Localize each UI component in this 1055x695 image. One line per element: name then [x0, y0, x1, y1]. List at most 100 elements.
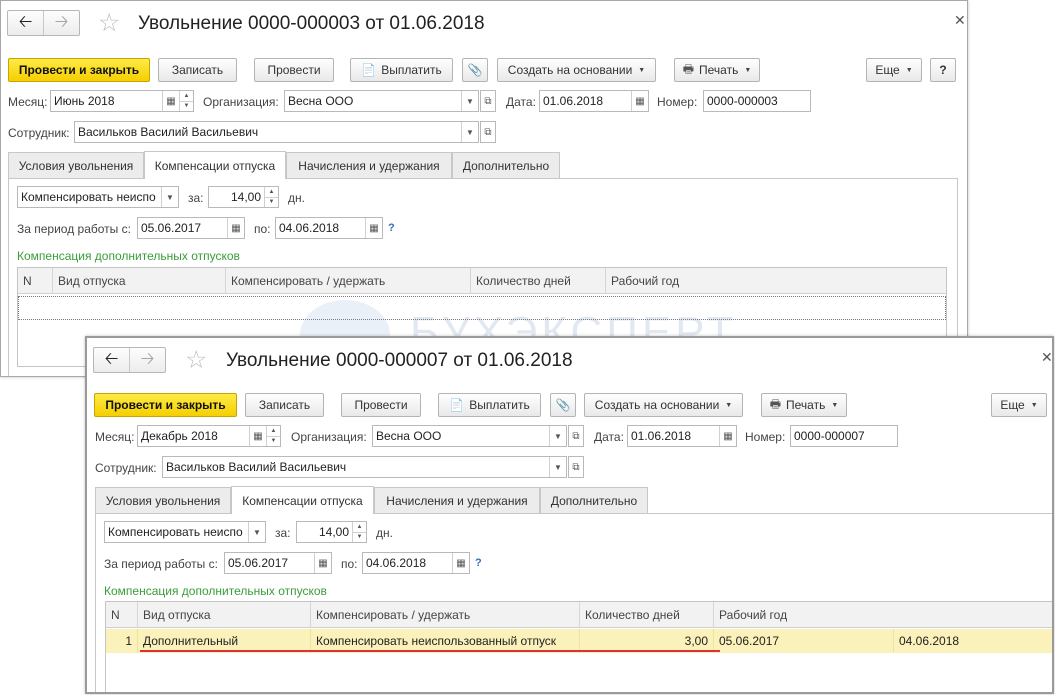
close-icon[interactable]: ✕ — [1041, 349, 1052, 366]
more-button[interactable]: Еще ▼ — [991, 393, 1047, 417]
month-field[interactable]: Декабрь 2018 ▦ ▲ ▼ — [137, 425, 281, 447]
calendar-icon[interactable]: ▦ — [452, 553, 469, 573]
col-days[interactable]: Количество дней — [471, 268, 606, 294]
calendar-icon[interactable]: ▦ — [227, 218, 244, 238]
post-and-close-button[interactable]: Провести и закрыть — [8, 58, 150, 82]
employee-value: Васильков Василий Васильевич — [166, 460, 347, 474]
forward-arrow-icon[interactable]: 🡢 — [130, 348, 165, 372]
help-button[interactable]: ? — [930, 58, 956, 82]
paperclip-icon: 📎 — [555, 398, 571, 412]
col-work-year[interactable]: Рабочий год — [606, 268, 946, 294]
tab-accruals-deductions[interactable]: Начисления и удержания — [286, 152, 452, 179]
open-icon[interactable]: ⧉ — [480, 121, 496, 143]
empty-row[interactable] — [18, 296, 946, 320]
forward-arrow-icon[interactable]: 🡢 — [44, 11, 79, 35]
days-stepper[interactable]: ▲ ▼ — [352, 522, 366, 542]
post-button[interactable]: Провести — [341, 393, 421, 417]
tab-additional[interactable]: Дополнительно — [540, 487, 648, 514]
days-field[interactable]: 14,00 ▲ ▼ — [296, 521, 367, 543]
pay-button[interactable]: 📄 Выплатить — [350, 58, 453, 82]
period-from-label: За период работы с: — [104, 557, 218, 571]
period-to-field[interactable]: 04.06.2018 ▦ — [275, 217, 383, 239]
favorite-star-icon[interactable]: ☆ — [98, 11, 120, 36]
caret-down-icon: ▼ — [1030, 401, 1038, 409]
help-question-icon[interactable]: ? — [475, 557, 482, 569]
pay-button[interactable]: 📄 Выплатить — [438, 393, 541, 417]
col-n[interactable]: N — [18, 268, 53, 294]
grid-header: N Вид отпуска Компенсировать / удержать … — [106, 602, 1052, 628]
col-kind[interactable]: Вид отпуска — [53, 268, 226, 294]
col-action[interactable]: Компенсировать / удержать — [226, 268, 471, 294]
help-question-icon[interactable]: ? — [388, 222, 395, 234]
print-button[interactable]: 🖶 Печать ▼ — [761, 393, 847, 417]
nav-buttons: 🡠 🡢 — [7, 10, 80, 36]
calendar-icon[interactable]: ▦ — [249, 426, 266, 446]
col-days[interactable]: Количество дней — [580, 602, 714, 628]
more-button-label: Еще — [875, 63, 900, 77]
dropdown-icon[interactable]: ▼ — [461, 122, 478, 142]
calendar-icon[interactable]: ▦ — [719, 426, 736, 446]
dropdown-icon[interactable]: ▼ — [161, 187, 178, 207]
tab-vacation-compensation[interactable]: Компенсации отпуска — [231, 486, 374, 514]
tab-additional[interactable]: Дополнительно — [452, 152, 560, 179]
calendar-icon[interactable]: ▦ — [314, 553, 331, 573]
organization-field[interactable]: Весна ООО ▼ — [284, 90, 479, 112]
dropdown-icon[interactable]: ▼ — [248, 522, 265, 542]
open-icon[interactable]: ⧉ — [568, 456, 584, 478]
month-stepper[interactable]: ▲ ▼ — [266, 426, 280, 446]
days-field[interactable]: 14,00 ▲ ▼ — [208, 186, 279, 208]
attachment-button[interactable]: 📎 — [462, 58, 488, 82]
month-value: Июнь 2018 — [54, 94, 115, 108]
compensation-grid[interactable]: N Вид отпуска Компенсировать / удержать … — [105, 601, 1052, 692]
col-work-year[interactable]: Рабочий год — [714, 602, 1052, 628]
row-year-from[interactable]: 05.06.2017 — [714, 629, 894, 653]
month-value: Декабрь 2018 — [141, 429, 218, 443]
dropdown-icon[interactable]: ▼ — [549, 457, 566, 477]
col-action[interactable]: Компенсировать / удержать — [311, 602, 580, 628]
post-button[interactable]: Провести — [254, 58, 334, 82]
period-from-field[interactable]: 05.06.2017 ▦ — [224, 552, 332, 574]
close-icon[interactable]: ✕ — [954, 12, 966, 29]
col-n[interactable]: N — [106, 602, 138, 628]
date-field[interactable]: 01.06.2018 ▦ — [627, 425, 737, 447]
dropdown-icon[interactable]: ▼ — [549, 426, 566, 446]
compensate-mode-select[interactable]: Компенсировать неиспо ▼ — [17, 186, 179, 208]
month-stepper[interactable]: ▲ ▼ — [179, 91, 193, 111]
calendar-icon[interactable]: ▦ — [365, 218, 382, 238]
tab-dismissal-conditions[interactable]: Условия увольнения — [8, 152, 144, 179]
date-field[interactable]: 01.06.2018 ▦ — [539, 90, 649, 112]
number-field[interactable]: 0000-000007 — [790, 425, 898, 447]
organization-field[interactable]: Весна ООО ▼ — [372, 425, 567, 447]
col-kind[interactable]: Вид отпуска — [138, 602, 311, 628]
create-based-on-button[interactable]: Создать на основании ▼ — [584, 393, 743, 417]
calendar-icon[interactable]: ▦ — [162, 91, 179, 111]
post-and-close-button[interactable]: Провести и закрыть — [94, 393, 237, 417]
page-title: Увольнение 0000-000003 от 01.06.2018 — [138, 13, 485, 34]
employee-field[interactable]: Васильков Василий Васильевич ▼ — [162, 456, 567, 478]
open-icon[interactable]: ⧉ — [480, 90, 496, 112]
open-icon[interactable]: ⧉ — [568, 425, 584, 447]
compensate-mode-select[interactable]: Компенсировать неиспо ▼ — [104, 521, 266, 543]
tab-accruals-deductions[interactable]: Начисления и удержания — [374, 487, 540, 514]
number-field[interactable]: 0000-000003 — [703, 90, 811, 112]
calendar-icon[interactable]: ▦ — [631, 91, 648, 111]
period-to-field[interactable]: 04.06.2018 ▦ — [362, 552, 470, 574]
back-arrow-icon[interactable]: 🡠 — [94, 348, 130, 372]
employee-field[interactable]: Васильков Василий Васильевич ▼ — [74, 121, 479, 143]
attachment-button[interactable]: 📎 — [550, 393, 576, 417]
print-button[interactable]: 🖶 Печать ▼ — [674, 58, 760, 82]
tab-vacation-compensation[interactable]: Компенсации отпуска — [144, 151, 286, 179]
organization-value: Весна ООО — [376, 429, 442, 443]
favorite-star-icon[interactable]: ☆ — [185, 348, 207, 373]
dropdown-icon[interactable]: ▼ — [461, 91, 478, 111]
more-button[interactable]: Еще ▼ — [866, 58, 922, 82]
month-field[interactable]: Июнь 2018 ▦ ▲ ▼ — [50, 90, 194, 112]
create-based-on-button[interactable]: Создать на основании ▼ — [497, 58, 656, 82]
days-stepper[interactable]: ▲ ▼ — [264, 187, 278, 207]
period-from-field[interactable]: 05.06.2017 ▦ — [137, 217, 245, 239]
tab-dismissal-conditions[interactable]: Условия увольнения — [95, 487, 231, 514]
back-arrow-icon[interactable]: 🡠 — [8, 11, 44, 35]
save-button[interactable]: Записать — [158, 58, 237, 82]
row-year-to[interactable]: 04.06.2018 — [894, 629, 1052, 653]
save-button[interactable]: Записать — [245, 393, 324, 417]
